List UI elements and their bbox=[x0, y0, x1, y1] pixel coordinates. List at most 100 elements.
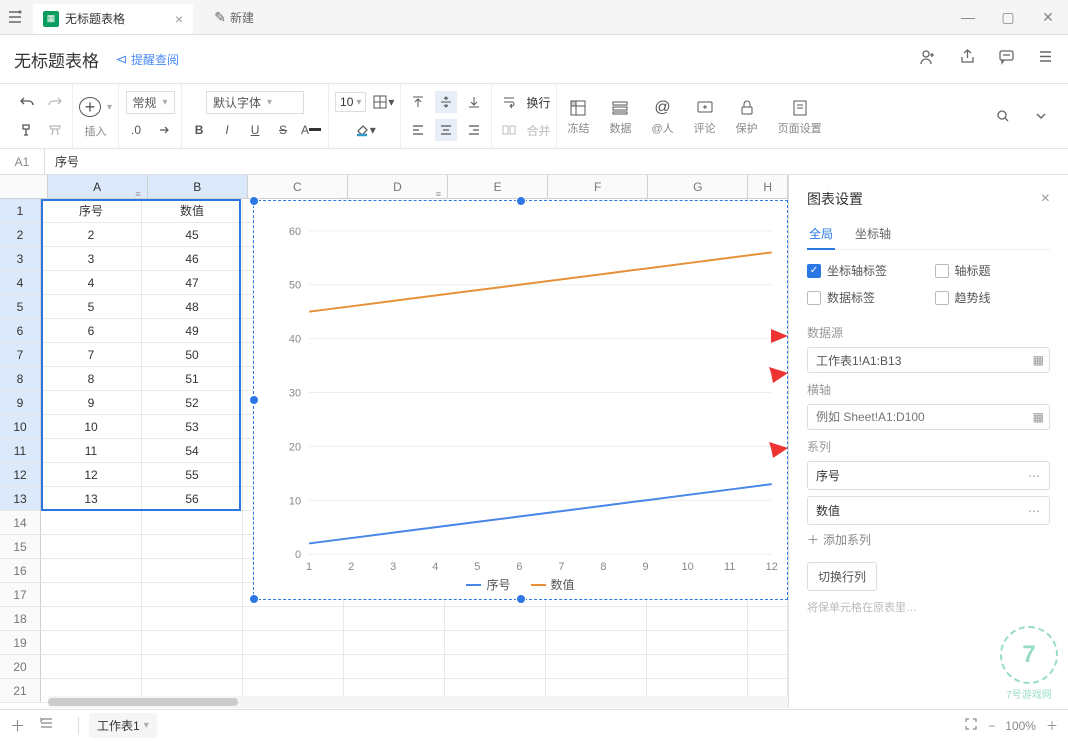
checkbox-axis-label[interactable]: ✓ bbox=[807, 264, 821, 278]
cell[interactable] bbox=[647, 631, 748, 655]
align-right-button[interactable] bbox=[463, 119, 485, 141]
wrap-button[interactable] bbox=[498, 91, 520, 113]
range-picker-icon[interactable]: ▦ bbox=[1033, 410, 1044, 424]
cell[interactable] bbox=[344, 631, 445, 655]
cell[interactable]: 10 bbox=[41, 415, 142, 439]
cell[interactable] bbox=[647, 607, 748, 631]
cell[interactable]: 12 bbox=[41, 463, 142, 487]
sheets-list-icon[interactable] bbox=[39, 716, 54, 735]
cell[interactable] bbox=[445, 655, 546, 679]
add-sheet-button[interactable]: ＋ bbox=[10, 715, 25, 736]
cell[interactable] bbox=[344, 655, 445, 679]
number-format-select[interactable]: 常规 bbox=[126, 91, 175, 114]
panel-close-icon[interactable]: × bbox=[1041, 190, 1050, 208]
cell[interactable] bbox=[142, 583, 243, 607]
row-header[interactable]: 10 bbox=[0, 415, 41, 439]
underline-button[interactable]: U bbox=[244, 119, 266, 141]
align-left-button[interactable] bbox=[407, 119, 429, 141]
cell[interactable]: 8 bbox=[41, 367, 142, 391]
series-menu-icon[interactable]: ⋯ bbox=[1028, 469, 1041, 483]
cell[interactable] bbox=[41, 559, 142, 583]
cell[interactable]: 53 bbox=[142, 415, 243, 439]
row-header[interactable]: 7 bbox=[0, 343, 41, 367]
tab-axis[interactable]: 坐标轴 bbox=[853, 219, 893, 249]
maximize-button[interactable]: ▢ bbox=[988, 9, 1028, 26]
close-button[interactable]: ✕ bbox=[1028, 9, 1068, 26]
row-header[interactable]: 3 bbox=[0, 247, 41, 271]
cell[interactable] bbox=[142, 655, 243, 679]
row-header[interactable]: 15 bbox=[0, 535, 41, 559]
zoom-out-button[interactable]: − bbox=[988, 719, 995, 733]
menu-icon[interactable] bbox=[1037, 48, 1054, 71]
cell[interactable] bbox=[41, 511, 142, 535]
decimal-button[interactable]: .0 bbox=[125, 119, 147, 141]
cell[interactable]: 47 bbox=[142, 271, 243, 295]
cell[interactable] bbox=[243, 631, 344, 655]
cell[interactable] bbox=[142, 631, 243, 655]
zoom-in-button[interactable]: ＋ bbox=[1046, 717, 1058, 734]
cell[interactable] bbox=[344, 607, 445, 631]
xaxis-input[interactable] bbox=[807, 404, 1050, 430]
cell[interactable]: 45 bbox=[142, 223, 243, 247]
cell[interactable]: 54 bbox=[142, 439, 243, 463]
expand-toolbar-icon[interactable] bbox=[1030, 105, 1052, 127]
cell[interactable]: 3 bbox=[41, 247, 142, 271]
cell[interactable] bbox=[748, 655, 788, 679]
cell[interactable] bbox=[445, 607, 546, 631]
row-header[interactable]: 12 bbox=[0, 463, 41, 487]
row-header[interactable]: 5 bbox=[0, 295, 41, 319]
row-header[interactable]: 2 bbox=[0, 223, 41, 247]
cell-address-box[interactable]: A1 bbox=[0, 149, 45, 174]
cell[interactable]: 2 bbox=[41, 223, 142, 247]
cell[interactable]: 52 bbox=[142, 391, 243, 415]
cell[interactable] bbox=[546, 607, 647, 631]
cell[interactable] bbox=[243, 655, 344, 679]
row-header[interactable]: 17 bbox=[0, 583, 41, 607]
border-button[interactable]: ▾ bbox=[372, 91, 394, 113]
valign-mid-button[interactable] bbox=[435, 91, 457, 113]
data-source-input[interactable] bbox=[807, 347, 1050, 373]
new-tab-button[interactable]: ✎ 新建 bbox=[204, 9, 264, 26]
cell[interactable] bbox=[142, 559, 243, 583]
sheet-tab[interactable]: 工作表1▾ bbox=[89, 713, 157, 738]
cell[interactable]: 56 bbox=[142, 487, 243, 511]
cell[interactable] bbox=[243, 607, 344, 631]
freeze-button[interactable]: 冻结 bbox=[557, 84, 599, 148]
cell[interactable]: 51 bbox=[142, 367, 243, 391]
cell[interactable]: 46 bbox=[142, 247, 243, 271]
row-header[interactable]: 18 bbox=[0, 607, 41, 631]
checkbox-data-label[interactable] bbox=[807, 291, 821, 305]
cell[interactable]: 49 bbox=[142, 319, 243, 343]
valign-top-button[interactable] bbox=[407, 91, 429, 113]
undo-button[interactable] bbox=[16, 91, 38, 113]
cell[interactable] bbox=[142, 511, 243, 535]
italic-button[interactable]: I bbox=[216, 119, 238, 141]
cell[interactable] bbox=[41, 631, 142, 655]
tab-global[interactable]: 全局 bbox=[807, 219, 835, 250]
horizontal-scrollbar[interactable] bbox=[48, 696, 788, 708]
row-header[interactable]: 11 bbox=[0, 439, 41, 463]
document-tab[interactable]: ▦ 无标题表格 × bbox=[33, 4, 193, 34]
row-header[interactable]: 1 bbox=[0, 199, 41, 223]
tab-close-icon[interactable]: × bbox=[175, 11, 183, 27]
add-user-icon[interactable] bbox=[919, 48, 937, 71]
cell[interactable]: 13 bbox=[41, 487, 142, 511]
align-center-button[interactable] bbox=[435, 119, 457, 141]
insert-button[interactable]: + bbox=[79, 97, 101, 117]
cell[interactable]: 11 bbox=[41, 439, 142, 463]
comment-button[interactable]: 评论 bbox=[684, 84, 726, 148]
cell[interactable]: 5 bbox=[41, 295, 142, 319]
row-header[interactable]: 4 bbox=[0, 271, 41, 295]
cell[interactable] bbox=[647, 655, 748, 679]
row-header[interactable]: 19 bbox=[0, 631, 41, 655]
cell[interactable] bbox=[41, 607, 142, 631]
cell[interactable]: 6 bbox=[41, 319, 142, 343]
spreadsheet-grid[interactable]: A≡ B C D≡ E F G H 1234567891011121314151… bbox=[0, 175, 788, 708]
row-header[interactable]: 16 bbox=[0, 559, 41, 583]
embedded-chart[interactable]: 0102030405060123456789101112 序号 数值 bbox=[253, 200, 788, 600]
protect-button[interactable]: 保护 bbox=[726, 84, 768, 148]
row-header[interactable]: 20 bbox=[0, 655, 41, 679]
cell[interactable]: 55 bbox=[142, 463, 243, 487]
cell[interactable]: 7 bbox=[41, 343, 142, 367]
cell[interactable]: 50 bbox=[142, 343, 243, 367]
